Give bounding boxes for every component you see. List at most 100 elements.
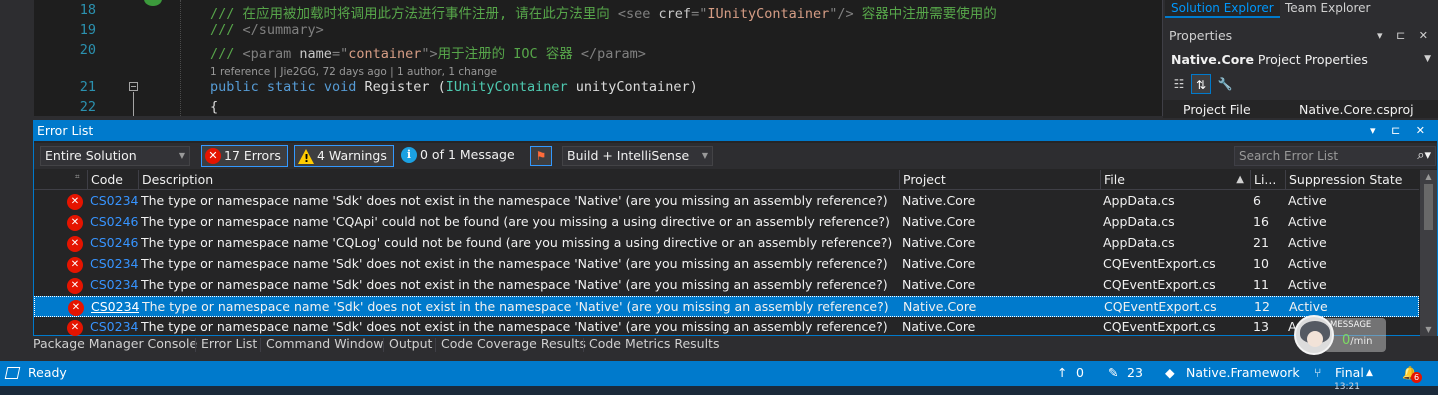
table-row[interactable]: ✕ CS0234 The type or namespace name 'Sdk' … xyxy=(34,254,1419,275)
scroll-down-icon[interactable]: ▼ xyxy=(1420,325,1437,334)
code-token: unityContainer) xyxy=(567,79,698,95)
warnings-filter-toggle[interactable]: ! 4 Warnings xyxy=(294,145,394,167)
notification-badge[interactable]: 6 xyxy=(1411,372,1422,383)
code-token: /// xyxy=(210,46,243,62)
clear-filter-icon[interactable]: ⚑ xyxy=(530,146,552,166)
error-suppression-state: Active xyxy=(1288,214,1327,229)
arrow-up-icon[interactable]: ↑ xyxy=(1057,365,1067,380)
visual-studio-window: 18 /// 在应用被加载时将调用此方法进行事件注册, 请在此方法里向 <see … xyxy=(0,0,1438,395)
ready-icon xyxy=(4,367,21,379)
code-token: IUnityContainer xyxy=(707,6,830,22)
code-text[interactable]: /// 在应用被加载时将调用此方法进行事件注册, 请在此方法里向 <see cr… xyxy=(210,2,997,22)
outline-guide xyxy=(133,92,134,116)
tab-solution-explorer[interactable]: Solution Explorer xyxy=(1165,0,1280,18)
code-line[interactable]: 22 { xyxy=(34,99,1162,116)
branch-name[interactable]: Final xyxy=(1335,365,1364,380)
error-list-title: Error List xyxy=(37,123,94,138)
search-icon[interactable]: ⌕▾ xyxy=(1417,147,1431,165)
error-code-link[interactable]: CS0234 xyxy=(90,319,138,334)
sort-ascending-icon: ▲ xyxy=(1236,174,1244,185)
code-text[interactable]: public static void Register (IUnityConta… xyxy=(210,79,698,95)
error-code-link[interactable]: CS0234 xyxy=(91,299,139,314)
message-rate-widget[interactable]: MESSAGE 0/min xyxy=(1294,315,1394,355)
error-list-window-buttons[interactable]: ▾ ⊏ ✕ xyxy=(1370,121,1431,140)
tab-code-coverage-results[interactable]: Code Coverage Results xyxy=(438,336,589,356)
property-row[interactable]: Project File Native.Core.csproj xyxy=(1163,100,1438,118)
scope-dropdown[interactable]: Entire Solution ▼ xyxy=(40,146,190,166)
table-row[interactable]: ✕ CS0246 The type or namespace name 'CQLog… xyxy=(34,233,1419,254)
tab-package-manager-console[interactable]: Package Manager Console xyxy=(30,336,200,356)
properties-object-selector[interactable]: Native.Core Project Properties ▼ xyxy=(1163,49,1438,70)
error-list-title-bar[interactable]: Error List ▾ ⊏ ✕ xyxy=(34,121,1437,141)
error-code-link[interactable]: CS0234 xyxy=(90,256,138,271)
avatar[interactable] xyxy=(1294,315,1334,355)
error-suppression-state: Active xyxy=(1288,193,1327,208)
collapse-toggle-icon[interactable] xyxy=(129,82,138,91)
error-description: The type or namespace name 'Sdk' does no… xyxy=(141,256,888,271)
error-code-link[interactable]: CS0246 xyxy=(90,214,138,229)
build-filter-dropdown[interactable]: Build + IntelliSense ▼ xyxy=(562,146,713,166)
pending-changes-count[interactable]: 23 xyxy=(1127,365,1143,380)
code-editor[interactable]: 18 /// 在应用被加载时将调用此方法进行事件注册, 请在此方法里向 <see … xyxy=(0,0,1162,116)
pencil-icon[interactable]: ✎ xyxy=(1108,365,1118,380)
repository-icon[interactable]: ◆ xyxy=(1165,365,1175,380)
column-header-file[interactable]: File ▲ xyxy=(1100,170,1250,190)
scrollbar-thumb[interactable] xyxy=(1424,184,1433,230)
chevron-down-icon[interactable]: ▼ xyxy=(1424,49,1431,70)
error-code-link[interactable]: CS0234 xyxy=(90,277,138,292)
errors-count-label: 17 Errors xyxy=(224,148,281,163)
error-file: CQEventExport.cs xyxy=(1104,299,1217,314)
column-header-line[interactable]: Li... xyxy=(1250,170,1285,190)
error-line: 11 xyxy=(1253,277,1269,292)
tab-team-explorer[interactable]: Team Explorer xyxy=(1279,0,1377,18)
code-text[interactable]: /// <param name="container">用于注册的 IOC 容器… xyxy=(210,42,646,62)
code-line[interactable]: 20 /// <param name="container">用于注册的 IOC … xyxy=(34,42,1162,62)
column-header-code[interactable]: Code xyxy=(87,170,138,190)
tab-separator xyxy=(435,338,436,352)
column-header-description[interactable]: Description xyxy=(138,170,899,190)
error-code-link[interactable]: CS0234 xyxy=(90,193,138,208)
table-row[interactable]: ✕ CS0234 The type or namespace name 'Sdk' … xyxy=(34,275,1419,296)
wrench-icon[interactable]: 🔧 xyxy=(1215,74,1235,94)
search-input[interactable] xyxy=(1235,147,1405,165)
error-code-link[interactable]: CS0246 xyxy=(90,235,138,250)
error-list-scrollbar[interactable]: ▲ ▼ xyxy=(1420,170,1437,336)
errors-filter-toggle[interactable]: ✕ 17 Errors xyxy=(201,145,288,167)
code-text[interactable]: /// </summary> xyxy=(210,22,324,38)
code-line[interactable]: 21 public static void Register (IUnityCon… xyxy=(34,79,1162,99)
code-line[interactable]: 19 /// </summary> xyxy=(34,22,1162,42)
unpublished-commits-count[interactable]: 0 xyxy=(1076,365,1084,380)
error-description: The type or namespace name 'CQLog' could… xyxy=(141,235,893,250)
tab-code-metrics-results[interactable]: Code Metrics Results xyxy=(586,336,722,356)
categorized-icon[interactable]: ☷ xyxy=(1169,74,1189,94)
codelens-info[interactable]: 1 reference | Jie2GG, 72 days ago | 1 au… xyxy=(210,66,497,78)
properties-title: Properties xyxy=(1169,28,1233,43)
repository-name[interactable]: Native.Framework xyxy=(1186,365,1300,380)
messages-filter-toggle[interactable]: i 0 of 1 Message xyxy=(398,145,521,167)
column-header-icon[interactable]: ⌗ xyxy=(34,170,86,190)
error-file: AppData.cs xyxy=(1103,235,1175,250)
scroll-up-icon[interactable]: ▲ xyxy=(1420,172,1437,181)
column-header-suppression[interactable]: Suppression State xyxy=(1285,170,1419,190)
info-icon: i xyxy=(401,147,417,163)
alphabetical-icon[interactable]: ⇅ xyxy=(1191,74,1211,94)
tab-error-list[interactable]: Error List xyxy=(198,336,260,356)
code-token: static xyxy=(266,79,324,95)
column-header-project[interactable]: Project xyxy=(899,170,1100,190)
table-row[interactable]: ✕ CS0246 The type or namespace name 'CQApi… xyxy=(34,212,1419,233)
code-text[interactable]: { xyxy=(210,99,218,115)
tab-command-window[interactable]: Command Window xyxy=(263,336,387,356)
tab-output[interactable]: Output xyxy=(386,336,435,356)
properties-window-buttons[interactable]: ▾ ⊏ ✕ xyxy=(1377,26,1433,46)
error-list-rows: ✕ CS0234 The type or namespace name 'Sdk' … xyxy=(34,191,1419,336)
table-row[interactable]: ✕ CS0234 The type or namespace name 'Sdk' … xyxy=(34,317,1419,336)
table-row[interactable]: ✕ CS0234 The type or namespace name 'Sdk' … xyxy=(34,191,1419,212)
branch-icon[interactable]: ⑂ xyxy=(1314,365,1322,380)
error-file: AppData.cs xyxy=(1103,214,1175,229)
chevron-up-icon[interactable]: ▲ xyxy=(1366,368,1373,378)
column-options-icon[interactable]: ⌗ xyxy=(75,170,80,186)
property-name: Project File xyxy=(1183,102,1251,117)
table-row[interactable]: ✕ CS0234 The type or namespace name 'Sdk' … xyxy=(34,296,1419,317)
code-line[interactable]: 18 /// 在应用被加载时将调用此方法进行事件注册, 请在此方法里向 <see … xyxy=(34,2,1162,22)
search-error-list[interactable]: ⌕▾ xyxy=(1234,146,1436,166)
